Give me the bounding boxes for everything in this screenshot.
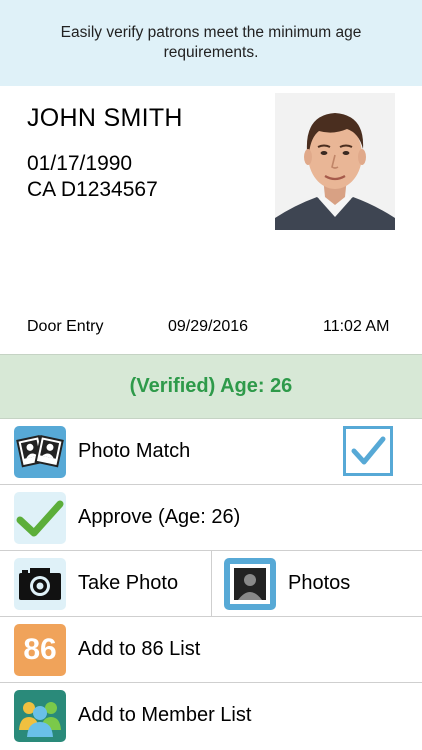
scan-info-row: Door Entry 09/29/2016 11:02 AM	[0, 318, 422, 340]
patron-portrait-icon	[275, 93, 395, 230]
photo-actions-row: Take Photo Photos	[0, 551, 422, 617]
checkmark-icon	[14, 492, 66, 544]
take-photo-button[interactable]: Take Photo	[0, 551, 211, 616]
add-86-label: Add to 86 List	[78, 638, 201, 660]
photo-match-icon	[14, 426, 66, 478]
status-text: (Verified) Age: 26	[129, 375, 293, 397]
camera-icon	[14, 558, 66, 610]
photo-match-row[interactable]: Photo Match	[0, 419, 422, 485]
photo-match-label: Photo Match	[78, 440, 191, 462]
take-photo-label: Take Photo	[78, 572, 179, 594]
86-badge-icon: 86	[14, 624, 66, 676]
86-badge-text: 86	[23, 633, 57, 666]
info-banner: Easily verify patrons meet the minimum a…	[0, 0, 422, 86]
members-icon	[14, 690, 66, 742]
photos-label: Photos	[288, 572, 351, 594]
add-member-label: Add to Member List	[78, 704, 252, 726]
scan-location: Door Entry	[27, 318, 104, 335]
checkbox-check-icon	[351, 436, 386, 465]
add-member-row[interactable]: Add to Member List	[0, 683, 422, 749]
scan-date: 09/29/2016	[168, 318, 249, 335]
approve-label: Approve (Age: 26)	[78, 506, 241, 528]
patron-photo	[275, 93, 395, 230]
patron-license: CA D1234567	[27, 178, 158, 201]
photos-button[interactable]: Photos	[212, 551, 422, 616]
id-card: JOHN SMITH 01/17/1990 CA D1234567 Door E…	[0, 86, 422, 354]
photo-match-checkbox[interactable]	[343, 426, 393, 476]
verification-status: (Verified) Age: 26	[0, 354, 422, 419]
approve-row[interactable]: Approve (Age: 26)	[0, 485, 422, 551]
patron-dob: 01/17/1990	[27, 152, 133, 175]
banner-text: Easily verify patrons meet the minimum a…	[60, 24, 362, 61]
scan-time: 11:02 AM	[323, 318, 390, 335]
add-86-row[interactable]: 86 Add to 86 List	[0, 617, 422, 683]
patron-name: JOHN SMITH	[27, 104, 183, 132]
photos-icon	[224, 558, 276, 610]
